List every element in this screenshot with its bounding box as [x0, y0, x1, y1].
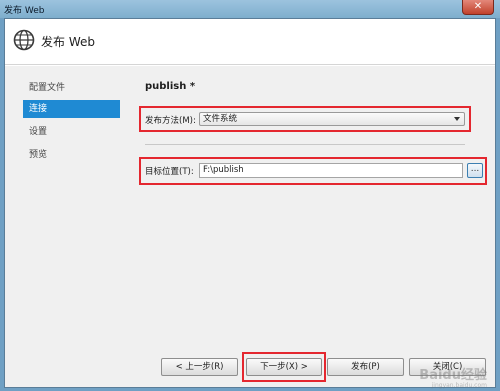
watermark-url: jingyan.baidu.com [431, 382, 487, 389]
dialog-body: 配置文件 连接 设置 预览 publish * 发布方法(M): 文件系统 目标… [5, 66, 495, 387]
dialog-title: 发布 Web [41, 35, 95, 49]
previous-button[interactable]: < 上一步(R) [161, 358, 238, 376]
wizard-content: publish * 发布方法(M): 文件系统 目标位置(T): F:\publ… [135, 66, 487, 387]
sidebar-item-profile[interactable]: 配置文件 [23, 79, 120, 97]
chevron-down-icon [454, 117, 460, 121]
window-close-button[interactable]: ✕ [462, 0, 494, 15]
window-titlebar: 发布 Web ✕ [0, 0, 500, 18]
target-location-label: 目标位置(T): [145, 167, 194, 177]
publish-button[interactable]: 发布(P) [327, 358, 404, 376]
globe-icon [13, 29, 35, 51]
publish-method-label: 发布方法(M): [145, 116, 196, 126]
profile-title: publish * [145, 81, 196, 92]
sidebar-item-settings[interactable]: 设置 [23, 123, 120, 141]
browse-button[interactable]: ... [467, 163, 483, 178]
wizard-sidebar: 配置文件 连接 设置 预览 [5, 66, 120, 387]
sidebar-item-preview[interactable]: 预览 [23, 146, 120, 164]
sidebar-item-connection[interactable]: 连接 [23, 100, 120, 118]
dialog-frame: 发布 Web 配置文件 连接 设置 预览 publish * 发布方法(M): … [4, 18, 496, 389]
target-location-input[interactable]: F:\publish [199, 163, 463, 178]
dialog-header: 发布 Web [5, 19, 495, 65]
section-divider [145, 144, 465, 145]
publish-method-value: 文件系统 [203, 114, 238, 124]
publish-method-select[interactable]: 文件系统 [199, 112, 465, 126]
window-title: 发布 Web [4, 6, 45, 16]
next-button[interactable]: 下一步(X) > [246, 358, 322, 376]
watermark-logo: Baidu经验 [419, 368, 487, 383]
